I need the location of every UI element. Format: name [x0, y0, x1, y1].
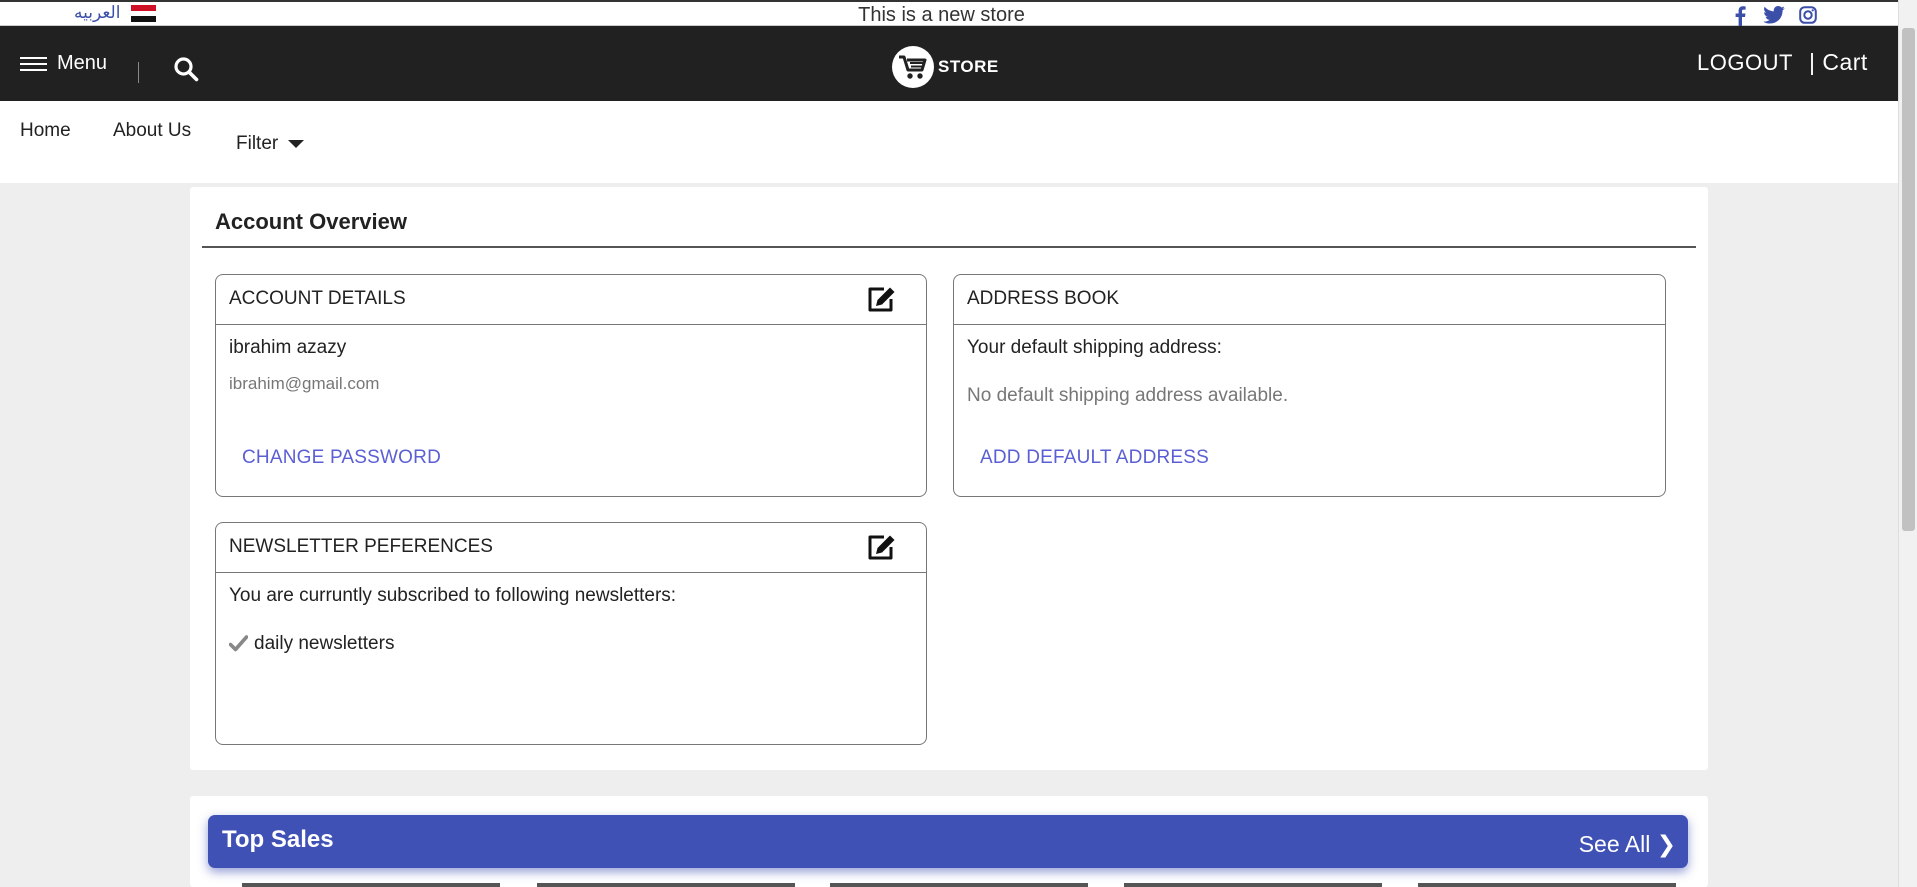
cart-link[interactable]: | Cart	[1809, 49, 1868, 76]
store-logo[interactable]: STORE	[892, 46, 999, 88]
filter-label: Filter	[236, 133, 279, 154]
list-item: daily newsletters	[229, 633, 394, 655]
no-address-message: No default shipping address available.	[967, 385, 1289, 406]
caret-down-icon	[288, 139, 305, 148]
nav-about-us[interactable]: About Us	[113, 120, 191, 142]
edit-icon[interactable]	[867, 534, 896, 561]
product-card[interactable]	[1124, 883, 1382, 887]
card-header: NEWSLETTER PEFERENCES	[216, 523, 926, 573]
newsletter-title: NEWSLETTER PEFERENCES	[229, 536, 493, 557]
account-details-title: ACCOUNT DETAILS	[229, 288, 406, 309]
edit-icon[interactable]	[867, 286, 896, 313]
facebook-icon[interactable]	[1734, 6, 1746, 26]
card-header: ADDRESS BOOK	[954, 275, 1665, 325]
menu-button[interactable]: Menu	[20, 52, 107, 75]
main-nav: Home About Us Filter	[0, 101, 1898, 183]
default-address-label: Your default shipping address:	[967, 337, 1222, 358]
logout-link[interactable]: LOGOUT	[1697, 50, 1793, 76]
menu-label: Menu	[57, 52, 108, 74]
nav-filter-dropdown[interactable]: Filter	[236, 133, 305, 155]
search-icon[interactable]	[173, 56, 199, 82]
card-header: ACCOUNT DETAILS	[216, 275, 926, 325]
top-sales-section: Top Sales See All ❯	[190, 796, 1708, 887]
top-sales-title: Top Sales	[222, 826, 334, 853]
account-email: ibrahim@gmail.com	[229, 374, 380, 393]
hamburger-icon	[20, 56, 47, 72]
announcement-text: This is a new store	[858, 4, 1025, 26]
page-title: Account Overview	[215, 209, 407, 234]
header-divider	[138, 62, 139, 83]
product-card[interactable]	[242, 883, 500, 887]
add-default-address-link[interactable]: ADD DEFAULT ADDRESS	[980, 447, 1209, 469]
scrollbar-thumb[interactable]	[1902, 28, 1915, 531]
newsletter-item: daily newsletters	[254, 633, 395, 654]
account-details-card: ACCOUNT DETAILS ibrahim azazy ibrahim@gm…	[215, 274, 927, 497]
top-sales-header: Top Sales See All ❯	[208, 815, 1688, 868]
twitter-icon[interactable]	[1763, 6, 1785, 24]
address-book-card: ADDRESS BOOK Your default shipping addre…	[953, 274, 1666, 497]
site-header: Menu STORE LOGOUT | Cart	[0, 26, 1898, 101]
change-password-link[interactable]: CHANGE PASSWORD	[242, 447, 441, 469]
account-overview-panel: Account Overview ACCOUNT DETAILS ibrahim…	[190, 187, 1708, 770]
account-name: ibrahim azazy	[229, 337, 347, 358]
product-card[interactable]	[1418, 883, 1676, 887]
page-scrollbar[interactable]	[1898, 0, 1917, 887]
top-bar: العربيه This is a new store	[0, 0, 1898, 26]
product-card[interactable]	[537, 883, 795, 887]
instagram-icon[interactable]	[1799, 6, 1817, 24]
address-book-title: ADDRESS BOOK	[967, 288, 1120, 309]
see-all-link[interactable]: See All ❯	[1579, 831, 1676, 858]
title-divider	[202, 246, 1696, 248]
logo-text: STORE	[938, 57, 999, 76]
cart-logo-icon	[892, 46, 934, 88]
subscribed-label: You are curruntly subscribed to followin…	[229, 585, 677, 606]
checkmark-icon	[229, 635, 248, 652]
nav-home[interactable]: Home	[20, 120, 71, 142]
newsletter-card: NEWSLETTER PEFERENCES You are curruntly …	[215, 522, 927, 745]
product-card[interactable]	[830, 883, 1088, 887]
